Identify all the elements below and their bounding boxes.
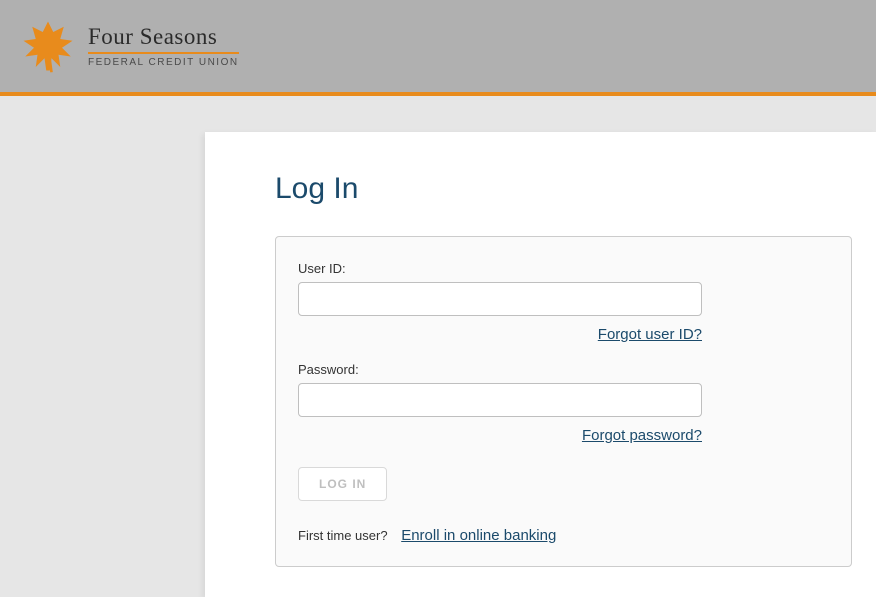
forgot-userid-link[interactable]: Forgot user ID? — [598, 326, 702, 343]
login-card: Log In User ID: Forgot user ID? Password… — [205, 132, 876, 597]
login-form-panel: User ID: Forgot user ID? Password: Forgo… — [275, 236, 852, 567]
brand-logo[interactable]: Four Seasons FEDERAL CREDIT UNION — [20, 18, 239, 74]
page-body: Log In User ID: Forgot user ID? Password… — [0, 96, 876, 597]
leaf-icon — [20, 18, 76, 74]
password-input[interactable] — [298, 383, 702, 417]
page-title: Log In — [275, 172, 806, 206]
brand-text: Four Seasons FEDERAL CREDIT UNION — [88, 24, 239, 68]
forgot-password-link[interactable]: Forgot password? — [582, 427, 702, 444]
enroll-link[interactable]: Enroll in online banking — [401, 527, 556, 544]
userid-input[interactable] — [298, 282, 702, 316]
first-time-prompt: First time user? — [298, 528, 388, 543]
password-label: Password: — [298, 362, 829, 377]
header-bar: Four Seasons FEDERAL CREDIT UNION — [0, 0, 876, 96]
enroll-row: First time user? Enroll in online bankin… — [298, 527, 829, 544]
brand-name: Four Seasons — [88, 24, 239, 54]
brand-subtitle: FEDERAL CREDIT UNION — [88, 57, 239, 68]
login-button[interactable]: LOG IN — [298, 467, 387, 501]
userid-label: User ID: — [298, 261, 829, 276]
